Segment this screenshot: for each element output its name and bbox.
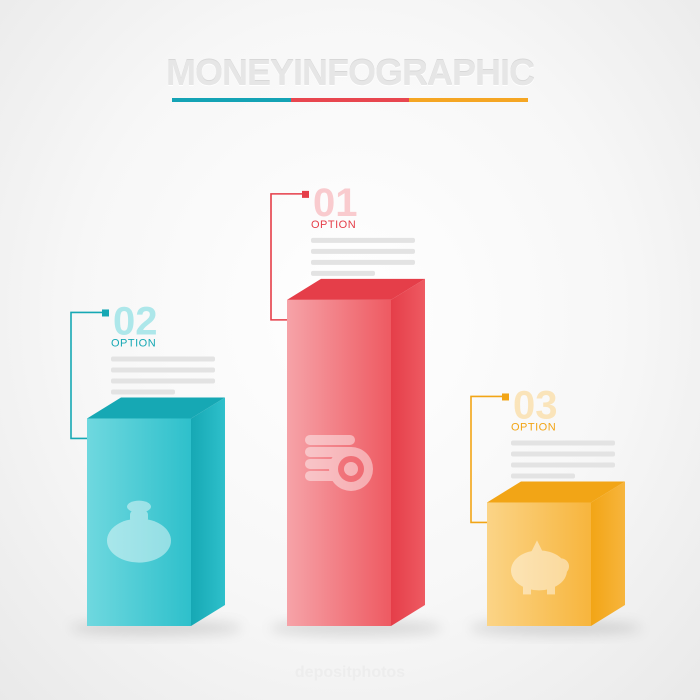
- bar-chart-3d: 02OPTION01OPTION03OPTION: [70, 181, 642, 636]
- bar-02-option-label: OPTION: [111, 337, 156, 349]
- bar-02-placeholder-text: [111, 356, 215, 395]
- bar-01-side-face: [391, 278, 425, 626]
- bar-02-connector-dot: [102, 309, 109, 317]
- bar-03-option-label: OPTION: [511, 421, 556, 433]
- bar-02-side-face: [191, 397, 225, 626]
- bar-01-connector-dot: [302, 190, 309, 198]
- bar-01-placeholder-text: [311, 237, 415, 276]
- bar-03-side-face: [591, 481, 625, 626]
- bar-03-placeholder-text: [511, 440, 615, 479]
- bar-03-connector-dot: [502, 393, 509, 401]
- bar-01-option-label: OPTION: [311, 219, 356, 231]
- watermark: depositphotos: [294, 664, 406, 681]
